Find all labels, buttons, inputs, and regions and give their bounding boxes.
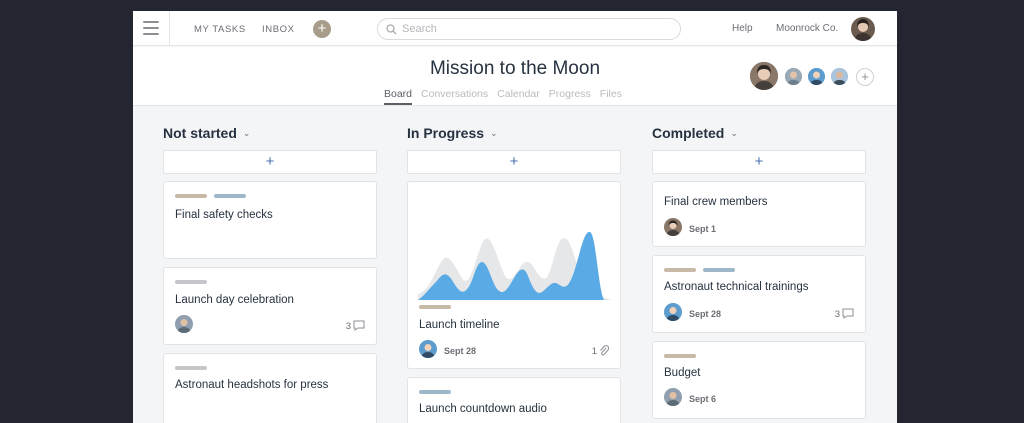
comment-count[interactable]: 3	[346, 320, 365, 332]
comment-count-value: 3	[345, 321, 351, 332]
attachment-count[interactable]: 1	[591, 345, 610, 357]
assignee-avatar[interactable]	[664, 303, 682, 321]
card-title: Astronaut headshots for press	[175, 379, 329, 391]
card-title: Budget	[664, 367, 701, 379]
menu-icon[interactable]	[143, 21, 159, 35]
chevron-down-icon[interactable]: ⌄	[243, 128, 251, 138]
tag	[664, 354, 696, 358]
task-card[interactable]: Budget Sept 6	[652, 341, 866, 419]
add-card-button[interactable]: +	[652, 150, 866, 174]
comment-icon	[842, 308, 854, 319]
assignee-avatar[interactable]	[419, 340, 437, 358]
due-date: Sept 6	[689, 394, 717, 404]
quick-add-button[interactable]: +	[313, 20, 331, 38]
tag	[214, 194, 246, 198]
card-title: Launch countdown audio	[419, 403, 547, 415]
card-title: Launch timeline	[419, 319, 500, 331]
user-avatar[interactable]	[851, 17, 875, 41]
card-title: Astronaut technical trainings	[664, 281, 809, 293]
comment-count-value: 3	[834, 309, 840, 320]
help-link[interactable]: Help	[732, 23, 753, 34]
column-header[interactable]: Not started ⌄	[163, 125, 250, 141]
column-header[interactable]: In Progress ⌄	[407, 125, 498, 141]
assignee-avatar[interactable]	[664, 388, 682, 406]
tag	[419, 390, 451, 394]
project-tabs: Board Conversations Calendar Progress Files	[384, 88, 631, 105]
task-card[interactable]: Astronaut technical trainings Sept 28 3	[652, 255, 866, 333]
app-window: MY TASKS INBOX + Help Moonrock Co. Missi…	[133, 11, 897, 423]
tab-progress[interactable]: Progress	[549, 88, 591, 103]
assignee-avatar[interactable]	[175, 315, 193, 333]
member-avatar[interactable]	[806, 66, 827, 87]
search-icon	[386, 24, 397, 35]
column-title: Completed	[652, 125, 725, 141]
search-input[interactable]	[402, 21, 672, 37]
cover-image	[418, 231, 612, 300]
paperclip-icon	[600, 345, 610, 356]
due-date: Sept 28	[444, 346, 477, 356]
divider	[169, 11, 170, 46]
org-switcher[interactable]: Moonrock Co.	[776, 23, 838, 34]
comment-icon	[353, 320, 365, 331]
card-title: Final safety checks	[175, 209, 273, 221]
tag	[664, 268, 696, 272]
tag	[175, 194, 207, 198]
task-card[interactable]: Launch day celebration 3	[163, 267, 377, 345]
search-bar[interactable]	[377, 18, 681, 40]
task-card[interactable]: Launch countdown audio	[407, 377, 621, 423]
tab-board[interactable]: Board	[384, 88, 413, 105]
task-card[interactable]: Final crew members Sept 1	[652, 181, 866, 247]
assignee-avatar[interactable]	[664, 218, 682, 236]
chevron-down-icon[interactable]: ⌄	[730, 128, 738, 138]
tag	[703, 268, 735, 272]
task-card[interactable]: Astronaut headshots for press	[163, 353, 377, 423]
tag	[419, 305, 451, 309]
task-card[interactable]: Launch timeline Sept 28 1	[407, 181, 621, 369]
attachment-count-value: 1	[591, 346, 597, 357]
column-header[interactable]: Completed ⌄	[652, 125, 738, 141]
tab-files[interactable]: Files	[600, 88, 622, 103]
task-card[interactable]: Final safety checks	[163, 181, 377, 259]
due-date: Sept 1	[689, 224, 717, 234]
add-card-button[interactable]: +	[163, 150, 377, 174]
card-title: Final crew members	[664, 196, 768, 208]
add-member-button[interactable]: +	[856, 68, 874, 86]
tab-conversations[interactable]: Conversations	[421, 88, 488, 103]
top-bar: MY TASKS INBOX + Help Moonrock Co.	[133, 11, 897, 46]
member-avatar[interactable]	[829, 66, 850, 87]
tag	[175, 280, 207, 284]
nav-my-tasks[interactable]: MY TASKS	[194, 24, 246, 35]
member-avatar[interactable]	[748, 60, 780, 92]
column-title: In Progress	[407, 125, 485, 141]
add-card-button[interactable]: +	[407, 150, 621, 174]
chevron-down-icon[interactable]: ⌄	[490, 128, 498, 138]
project-header: Mission to the Moon Board Conversations Ca…	[133, 47, 897, 106]
card-title: Launch day celebration	[175, 294, 294, 306]
comment-count[interactable]: 3	[835, 308, 854, 320]
due-date: Sept 28	[689, 309, 722, 319]
member-avatar[interactable]	[783, 66, 804, 87]
tab-calendar[interactable]: Calendar	[497, 88, 540, 103]
tag	[175, 366, 207, 370]
column-title: Not started	[163, 125, 237, 141]
nav-inbox[interactable]: INBOX	[262, 24, 295, 35]
